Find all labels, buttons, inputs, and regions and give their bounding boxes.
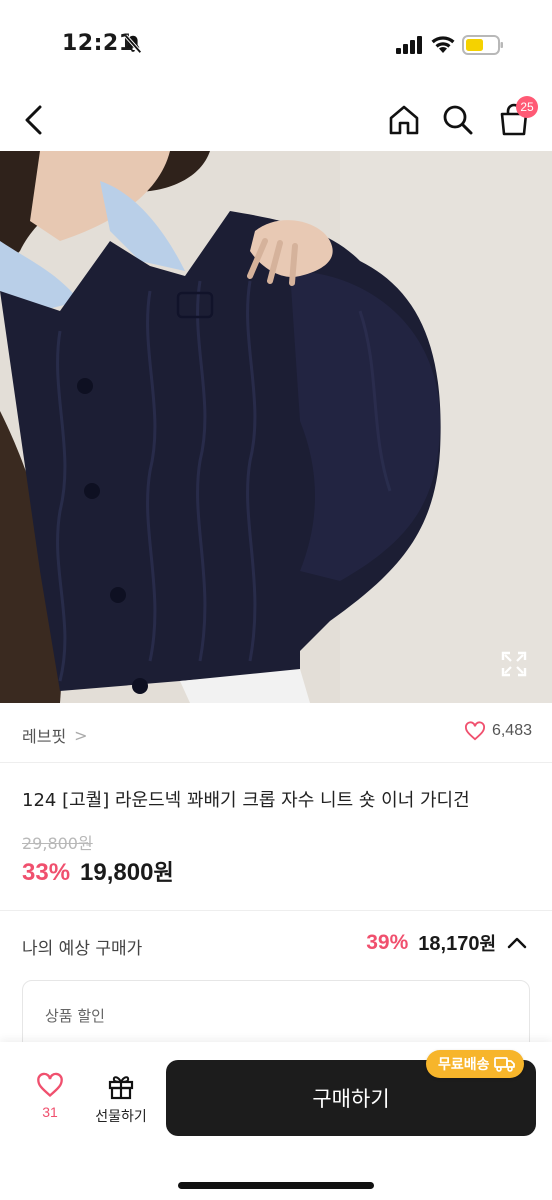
wish-count: 31 [42, 1104, 58, 1120]
battery-icon [462, 35, 503, 55]
signal-icon [396, 36, 422, 54]
wifi-icon [431, 36, 455, 53]
original-price: 29,800원 [22, 834, 93, 853]
expected-price-value: 18,170 [418, 933, 480, 955]
divider [0, 910, 552, 911]
truck-icon [493, 1057, 515, 1072]
wish-button[interactable]: 31 [26, 1072, 74, 1132]
expected-price-toggle[interactable]: 39% 18,170원 [366, 930, 528, 956]
top-nav: 25 [0, 90, 552, 150]
back-icon [25, 105, 42, 135]
sale-price-value: 19,800 [80, 859, 154, 886]
discount-rate: 33% [22, 859, 71, 886]
status-bar: 12:21 [0, 0, 552, 80]
bottom-action-bar: 31 선물하기 구매하기 무료배송 [0, 1042, 552, 1200]
product-title: 124 [고퀄] 라운드넥 꽈배기 크롭 자수 니트 숏 이너 가디건 [22, 790, 470, 811]
gift-icon [108, 1076, 134, 1100]
expected-rate: 39% [366, 931, 409, 954]
free-shipping-badge: 무료배송 [426, 1050, 524, 1078]
heart-icon [464, 721, 485, 741]
bell-slash-icon [124, 34, 142, 54]
free-shipping-label: 무료배송 [438, 1057, 490, 1073]
brand-row: 레브핏 > 6,483 [0, 705, 552, 763]
expand-icon[interactable] [500, 650, 528, 678]
home-button[interactable] [384, 90, 424, 150]
chevron-up-icon [507, 937, 527, 949]
cart-count-badge: 25 [516, 96, 538, 118]
product-image[interactable] [0, 151, 552, 703]
brand-name: 레브핏 [22, 727, 67, 746]
search-icon [443, 105, 473, 135]
like-count: 6,483 [491, 722, 532, 739]
gift-label: 선물하기 [95, 1109, 147, 1125]
search-button[interactable] [438, 90, 478, 150]
cart-button[interactable]: 25 [494, 90, 538, 150]
gift-button[interactable]: 선물하기 [86, 1072, 156, 1132]
discount-box-label: 상품 할인 [45, 1007, 105, 1025]
expected-price-unit: 원 [479, 934, 496, 955]
sale-price: 19,800원 [80, 855, 174, 887]
product-photo [0, 151, 552, 703]
expected-price-label: 나의 예상 구매가 [22, 939, 143, 959]
price-row: 33% 19,800원 [22, 855, 174, 887]
back-button[interactable] [14, 90, 54, 150]
home-indicator [178, 1182, 374, 1189]
expected-price: 18,170원 [418, 930, 496, 956]
heart-icon [37, 1072, 63, 1098]
currency-unit: 원 [153, 861, 174, 886]
expected-price-row: 나의 예상 구매가 39% 18,170원 [0, 912, 552, 978]
like-button[interactable]: 6,483 [464, 721, 532, 741]
chevron-right-icon: > [74, 725, 88, 745]
brand-link[interactable]: 레브핏 > [22, 723, 88, 747]
home-icon [389, 105, 419, 135]
